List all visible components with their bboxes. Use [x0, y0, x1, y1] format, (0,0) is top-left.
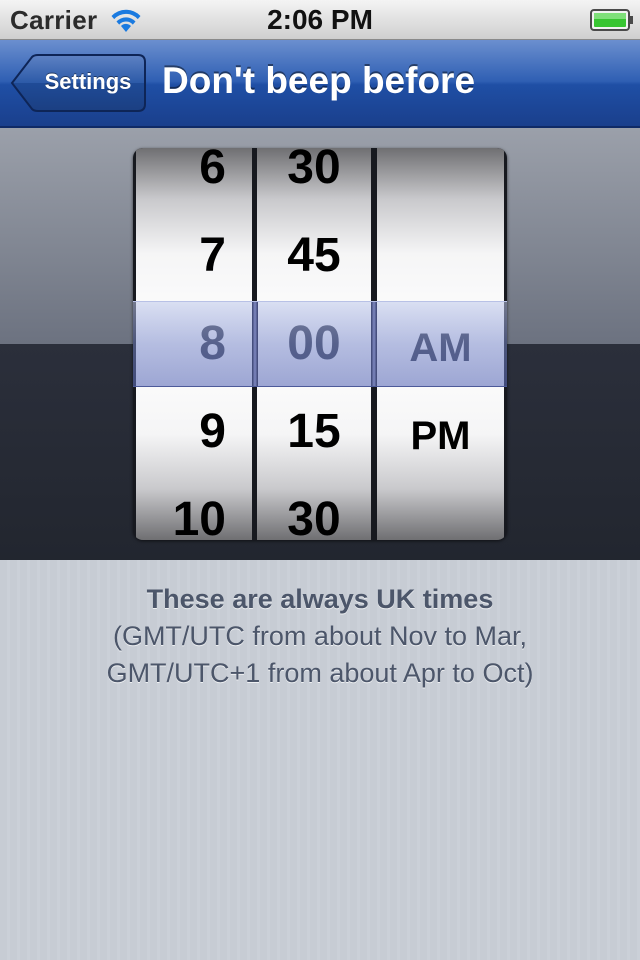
minute-wheel[interactable]: 30 45 00 15 30	[257, 148, 371, 540]
minute-option[interactable]: 30	[257, 148, 371, 198]
timezone-note-line: GMT/UTC+1 from about Apr to Oct)	[106, 658, 534, 688]
timezone-note-heading: These are always UK times	[146, 584, 494, 614]
hour-option[interactable]: 10	[136, 490, 252, 540]
hour-option[interactable]: 7	[136, 226, 252, 286]
time-picker-area: 6 7 8 9 10 30 45 00 15 30 AM PM	[0, 128, 640, 560]
content-area: These are always UK times (GMT/UTC from …	[0, 560, 640, 960]
back-button[interactable]: Settings	[10, 54, 146, 112]
navigation-bar: Settings Don't beep before	[0, 40, 640, 128]
meridiem-option[interactable]: PM	[377, 406, 504, 466]
minute-option-selected[interactable]: 00	[257, 314, 371, 374]
status-time: 2:06 PM	[267, 4, 373, 35]
timezone-note-line: (GMT/UTC from about Nov to Mar,	[112, 621, 528, 651]
status-bar: Carrier 2:06 PM	[0, 0, 640, 40]
meridiem-option-selected[interactable]: AM	[377, 318, 504, 378]
page-title: Don't beep before	[162, 60, 476, 101]
back-button-label: Settings	[44, 69, 132, 94]
hour-wheel[interactable]: 6 7 8 9 10	[136, 148, 252, 540]
meridiem-wheel[interactable]: AM PM	[377, 148, 504, 540]
time-picker: 6 7 8 9 10 30 45 00 15 30 AM PM	[133, 148, 507, 540]
battery-icon	[590, 9, 633, 31]
minute-option[interactable]: 15	[257, 402, 371, 462]
minute-option[interactable]: 45	[257, 226, 371, 286]
minute-option[interactable]: 30	[257, 490, 371, 540]
hour-option[interactable]: 6	[136, 148, 252, 198]
hour-option-selected[interactable]: 8	[136, 314, 252, 374]
hour-option[interactable]: 9	[136, 402, 252, 462]
